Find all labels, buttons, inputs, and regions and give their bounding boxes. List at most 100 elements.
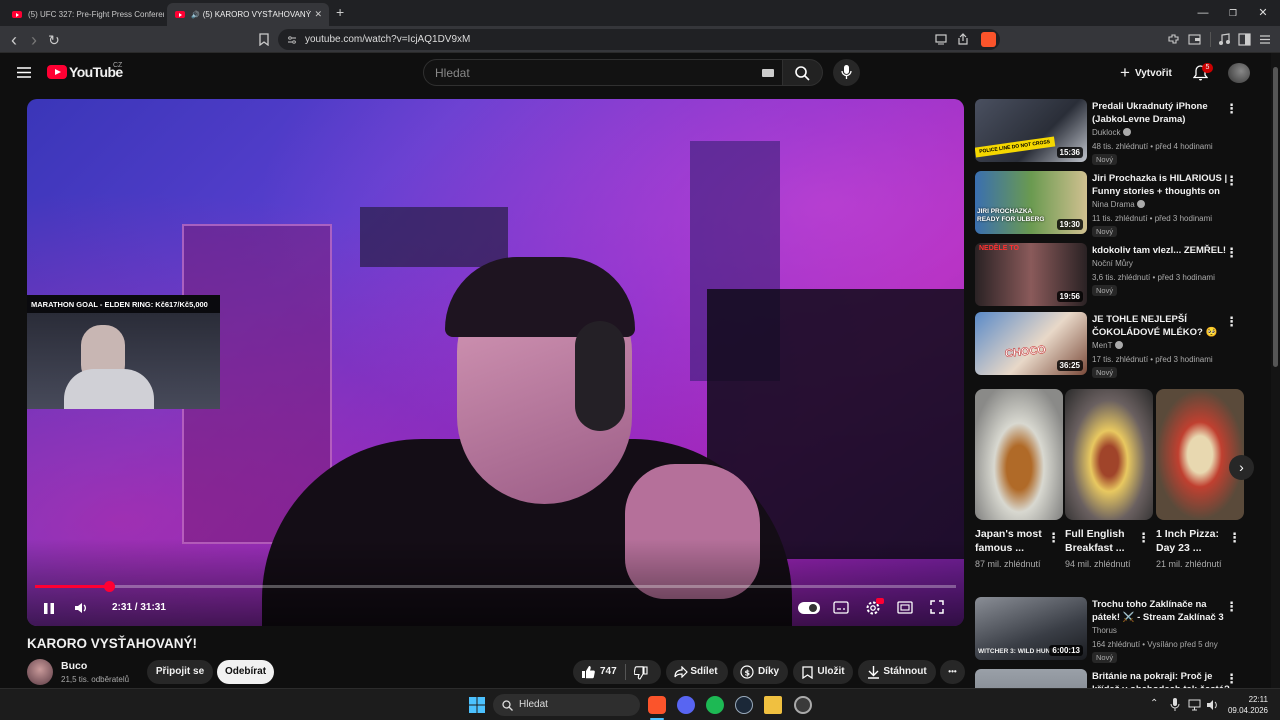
new-tab-button[interactable]: + — [336, 4, 344, 20]
video-player[interactable]: MARATHON GOAL - ELDEN RING: Kč617/Kč5,00… — [27, 99, 964, 626]
recommended-video[interactable]: JIRI PROCHAZKA READY FOR ULBERG 19:30 Ji… — [975, 171, 1250, 237]
youtube-logo-icon[interactable] — [47, 65, 67, 79]
video-title[interactable]: Trochu toho Zaklínače na pátek! ⚔️ - Str… — [1092, 598, 1230, 625]
video-title[interactable]: kdokoliv tam vlezl... ZEMŘEL! — [1092, 244, 1230, 257]
create-button[interactable]: + Vytvořit — [1120, 63, 1172, 83]
sidebar-toggle-icon[interactable] — [1238, 33, 1251, 46]
forward-button[interactable]: › — [25, 31, 43, 49]
subtitles-icon[interactable] — [833, 601, 849, 614]
short-thumbnail[interactable] — [1065, 389, 1153, 520]
wallet-icon[interactable] — [1188, 33, 1201, 46]
brave-shields-icon[interactable] — [981, 32, 996, 47]
back-button[interactable]: ‹ — [5, 31, 23, 49]
scrollbar-thumb[interactable] — [1273, 67, 1278, 367]
unsubscribe-button[interactable]: Odebírat — [217, 660, 274, 684]
speaker-icon[interactable] — [1206, 699, 1219, 711]
theater-mode-icon[interactable] — [897, 601, 913, 614]
video-title[interactable]: Jiri Prochazka is HILARIOUS | Funny stor… — [1092, 172, 1230, 199]
recommended-video[interactable]: Británie na pokraji: Proč je křídež v ob… — [975, 669, 1250, 688]
windows-start-icon[interactable] — [469, 697, 485, 713]
video-title[interactable]: Británie na pokraji: Proč je křídež v ob… — [1092, 670, 1230, 688]
recommended-video[interactable]: CHOCO 36:25 JE TOHLE NEJLEPŠÍ ČOKOLÁDOVÉ… — [975, 312, 1250, 378]
clock[interactable]: 22:11 09.04.2026 — [1226, 694, 1268, 716]
minimize-button[interactable]: — — [1188, 4, 1218, 22]
file-explorer-icon[interactable] — [764, 696, 782, 714]
short-title[interactable]: Full English Breakfast ... — [1065, 527, 1139, 555]
browser-tab-karoro[interactable]: 🔊 (5) KARORO VYSŤAHOVANÝ! ✕ — [167, 3, 329, 26]
short-thumbnail[interactable] — [975, 389, 1063, 520]
video-thumbnail[interactable]: WITCHER 3: WILD HUNT 6:00:13 — [975, 597, 1087, 660]
channel-name[interactable]: Noční Můry — [1092, 259, 1133, 268]
short-title[interactable]: 1 Inch Pizza: Day 23 ... — [1156, 527, 1230, 555]
pause-icon[interactable] — [43, 602, 55, 615]
like-count[interactable]: 747 — [600, 660, 617, 684]
save-button[interactable]: Uložit — [793, 660, 853, 684]
short-item[interactable]: Japan's most famous ... 87 mil. zhlédnut… — [975, 389, 1063, 571]
more-options-icon[interactable]: ⋮ — [1225, 314, 1238, 330]
site-info-icon[interactable] — [287, 35, 297, 45]
brave-browser-icon[interactable] — [648, 696, 666, 714]
recommended-video[interactable]: NEDĚLE TO 19:56 kdokoliv tam vlezl... ZE… — [975, 243, 1250, 307]
extensions-icon[interactable] — [1167, 33, 1180, 46]
tray-expand-icon[interactable]: ⌃ — [1150, 698, 1158, 709]
thanks-button[interactable]: $ Díky — [733, 660, 788, 684]
short-item[interactable]: 1 Inch Pizza: Day 23 ... 21 mil. zhlédnu… — [1156, 389, 1244, 571]
voice-search-button[interactable] — [833, 59, 860, 86]
cast-icon[interactable] — [935, 34, 947, 45]
more-options-icon[interactable]: ⋮ — [1225, 245, 1238, 261]
share-page-icon[interactable] — [957, 33, 969, 45]
more-options-icon[interactable]: ⋮ — [1225, 101, 1238, 117]
video-title[interactable]: JE TOHLE NEJLEPŠÍ ČOKOLÁDOVÉ MLÉKO? 🥺 — [1092, 313, 1230, 339]
network-icon[interactable] — [1188, 699, 1201, 711]
channel-name[interactable]: Nina Drama — [1092, 200, 1145, 209]
progress-bar[interactable] — [35, 581, 956, 592]
channel-name[interactable]: MenT — [1092, 341, 1123, 350]
channel-name[interactable]: Duklock — [1092, 128, 1131, 137]
short-thumbnail[interactable] — [1156, 389, 1244, 520]
recommended-video[interactable]: WITCHER 3: WILD HUNT 6:00:13 Trochu toho… — [975, 597, 1250, 663]
browser-tab-ufc[interactable]: (5) UFC 327: Pre-Fight Press Conferen — [4, 3, 164, 26]
more-options-icon[interactable]: ⋮ — [1225, 173, 1238, 189]
recommended-video[interactable]: POLICE LINE DO NOT CROSS 15:36 Predali U… — [975, 99, 1250, 165]
volume-icon[interactable] — [74, 601, 89, 615]
page-scrollbar[interactable] — [1271, 53, 1280, 688]
download-button[interactable]: Stáhnout — [858, 660, 936, 684]
video-title[interactable]: Predali Ukradnutý iPhone (JabkoLevne Dra… — [1092, 100, 1230, 126]
more-options-icon[interactable]: ⋮ — [1225, 599, 1238, 615]
more-actions-button[interactable]: ••• — [940, 660, 965, 684]
taskbar-search[interactable]: Hledat — [493, 694, 640, 716]
more-options-icon[interactable]: ⋮ — [1228, 530, 1241, 546]
menu-icon[interactable] — [1259, 34, 1271, 45]
video-thumbnail[interactable]: POLICE LINE DO NOT CROSS 15:36 — [975, 99, 1087, 162]
video-thumbnail[interactable]: CHOCO 36:25 — [975, 312, 1087, 375]
search-input[interactable]: Hledat — [423, 59, 783, 86]
close-window-button[interactable]: ✕ — [1248, 4, 1278, 22]
channel-name[interactable]: Buco — [61, 660, 87, 672]
reload-button[interactable]: ↻ — [45, 31, 63, 49]
media-controls-icon[interactable] — [1218, 33, 1231, 46]
address-bar[interactable]: youtube.com/watch?v=IcjAQ1DV9xM — [278, 29, 1000, 50]
keyboard-icon[interactable] — [762, 69, 774, 77]
spotify-icon[interactable] — [706, 696, 724, 714]
app-icon[interactable] — [794, 696, 812, 714]
video-thumbnail[interactable] — [975, 669, 1087, 688]
restore-button[interactable]: ❐ — [1218, 4, 1248, 22]
channel-avatar[interactable] — [27, 659, 53, 685]
bookmark-icon[interactable] — [258, 33, 270, 46]
tray-microphone-icon[interactable] — [1170, 698, 1180, 712]
video-thumbnail[interactable]: NEDĚLE TO 19:56 — [975, 243, 1087, 306]
join-button[interactable]: Připojit se — [147, 660, 213, 684]
steam-icon[interactable] — [735, 696, 753, 714]
autoplay-toggle[interactable] — [798, 602, 820, 614]
search-button[interactable] — [783, 59, 823, 86]
discord-icon[interactable] — [677, 696, 695, 714]
fullscreen-icon[interactable] — [930, 600, 944, 614]
like-thumb-icon[interactable] — [581, 665, 595, 679]
short-item[interactable]: Full English Breakfast ... 94 mil. zhléd… — [1065, 389, 1153, 571]
account-avatar[interactable] — [1228, 63, 1250, 83]
hamburger-menu-icon[interactable] — [17, 67, 31, 78]
more-options-icon[interactable]: ⋮ — [1225, 671, 1238, 687]
short-title[interactable]: Japan's most famous ... — [975, 527, 1049, 555]
channel-name[interactable]: Thorus — [1092, 626, 1117, 635]
more-options-icon[interactable]: ⋮ — [1047, 530, 1060, 546]
